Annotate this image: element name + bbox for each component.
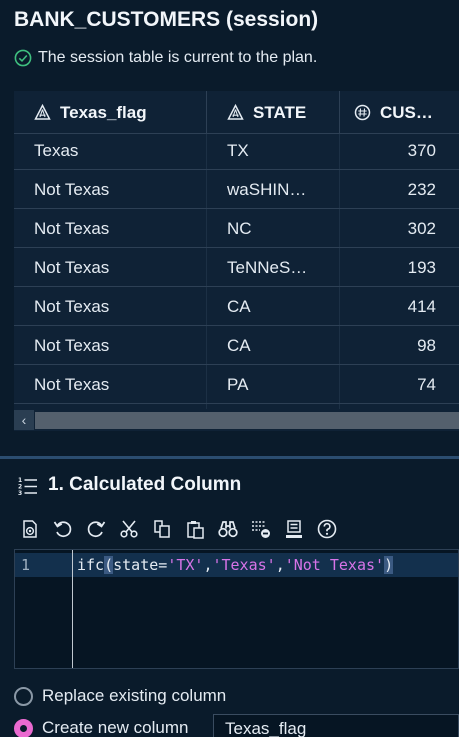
cell-state: CA: [227, 336, 251, 355]
cell-state: TX: [227, 141, 249, 160]
check-circle-icon: [14, 49, 32, 67]
character-type-icon: [227, 104, 244, 120]
cell-state: PA: [227, 375, 249, 394]
column-header-customers[interactable]: CUS…: [354, 91, 433, 134]
table-row[interactable]: Not Texas PA 74: [14, 365, 459, 404]
cell-texas-flag: Not Texas: [34, 258, 110, 277]
pane-splitter[interactable]: [0, 456, 459, 459]
redo-icon[interactable]: [85, 518, 107, 540]
line-number: 1: [21, 556, 31, 574]
format-icon[interactable]: [283, 518, 305, 540]
string-token: 'Not Texas': [284, 556, 385, 574]
cell-texas-flag: Texas: [34, 141, 79, 160]
undo-icon[interactable]: [52, 518, 74, 540]
table-row[interactable]: Not Texas NC 302: [14, 209, 459, 248]
cell-texas-flag: Not Texas: [34, 297, 110, 316]
help-icon[interactable]: [316, 518, 338, 540]
create-column-option[interactable]: Create new column: [14, 718, 188, 737]
cell-customers: 193: [407, 258, 436, 277]
section-title: 1. Calculated Column: [48, 474, 242, 495]
table-row[interactable]: Not Texas CA 98: [14, 326, 459, 365]
cell-state: NC: [227, 219, 252, 238]
status-text: The session table is current to the plan…: [38, 49, 318, 66]
expression-token: state=: [113, 556, 168, 574]
column-header-state[interactable]: STATE: [227, 91, 306, 134]
create-column-label: Create new column: [42, 718, 189, 737]
column-divider[interactable]: [339, 91, 340, 134]
cell-customers: 302: [407, 219, 436, 238]
string-token: 'Texas': [212, 556, 276, 574]
table-row[interactable]: Texas TX 370: [14, 131, 459, 170]
table-row[interactable]: Not Texas waSHIN… 232: [14, 170, 459, 209]
copy-icon[interactable]: [151, 518, 173, 540]
replace-column-option[interactable]: Replace existing column: [14, 686, 226, 706]
character-type-icon: [34, 104, 51, 120]
create-column-radio[interactable]: [14, 718, 33, 737]
cell-customers: 98: [417, 336, 436, 355]
cell-customers: 414: [407, 297, 436, 316]
find-icon[interactable]: [217, 518, 239, 540]
cell-customers: 370: [407, 141, 436, 160]
delete-lines-icon[interactable]: [250, 518, 272, 540]
cell-texas-flag: Not Texas: [34, 375, 110, 394]
new-column-name-input[interactable]: [213, 714, 459, 737]
run-icon[interactable]: [19, 518, 41, 540]
string-token: 'TX': [167, 556, 204, 574]
column-header-texas-flag[interactable]: Texas_flag: [34, 91, 147, 134]
line-number-gutter: 1: [15, 550, 73, 668]
grid-header: Texas_flag STATE CUS…: [14, 91, 459, 134]
scrollbar-thumb[interactable]: [35, 412, 459, 429]
paste-icon[interactable]: [184, 518, 206, 540]
code-line[interactable]: ifc(state='TX','Texas','Not Texas'): [77, 556, 394, 574]
column-divider[interactable]: [206, 91, 207, 134]
comma-token: ,: [275, 556, 285, 574]
function-token: ifc: [77, 556, 105, 574]
section-header: 1 2 3 1. Calculated Column: [18, 474, 241, 496]
horizontal-scrollbar[interactable]: ‹: [14, 409, 459, 431]
column-header-label: STATE: [253, 102, 307, 122]
cell-texas-flag: Not Texas: [34, 336, 110, 355]
code-editor[interactable]: 1 ifc(state='TX','Texas','Not Texas'): [14, 549, 459, 669]
scroll-left-arrow-icon[interactable]: ‹: [14, 410, 34, 430]
table-row[interactable]: Not Texas CA 414: [14, 287, 459, 326]
replace-column-label: Replace existing column: [42, 686, 227, 705]
cut-icon[interactable]: [118, 518, 140, 540]
numbered-list-icon: 1 2 3: [18, 477, 37, 495]
table-row[interactable]: Not Texas TeNNeS… 193: [14, 248, 459, 287]
cell-customers: 232: [407, 180, 436, 199]
column-header-label: Texas_flag: [60, 102, 147, 122]
table-title: BANK_CUSTOMERS (session): [14, 8, 319, 31]
numeric-type-icon: [354, 104, 371, 121]
replace-column-radio[interactable]: [14, 686, 33, 706]
editor-toolbar: [19, 517, 338, 541]
cell-texas-flag: Not Texas: [34, 180, 110, 199]
paren-token: (: [104, 556, 114, 574]
cell-customers: 74: [417, 375, 436, 394]
status-message: The session table is current to the plan…: [14, 49, 317, 67]
cell-state: TeNNeS…: [227, 258, 308, 277]
cell-state: waSHIN…: [227, 180, 307, 199]
cell-state: CA: [227, 297, 251, 316]
column-header-label: CUS…: [380, 102, 433, 122]
data-grid[interactable]: Texas_flag STATE CUS… Texas TX 370 Not T…: [14, 91, 459, 431]
paren-token: ): [384, 556, 394, 574]
cell-texas-flag: Not Texas: [34, 219, 110, 238]
svg-text:3: 3: [18, 490, 22, 495]
